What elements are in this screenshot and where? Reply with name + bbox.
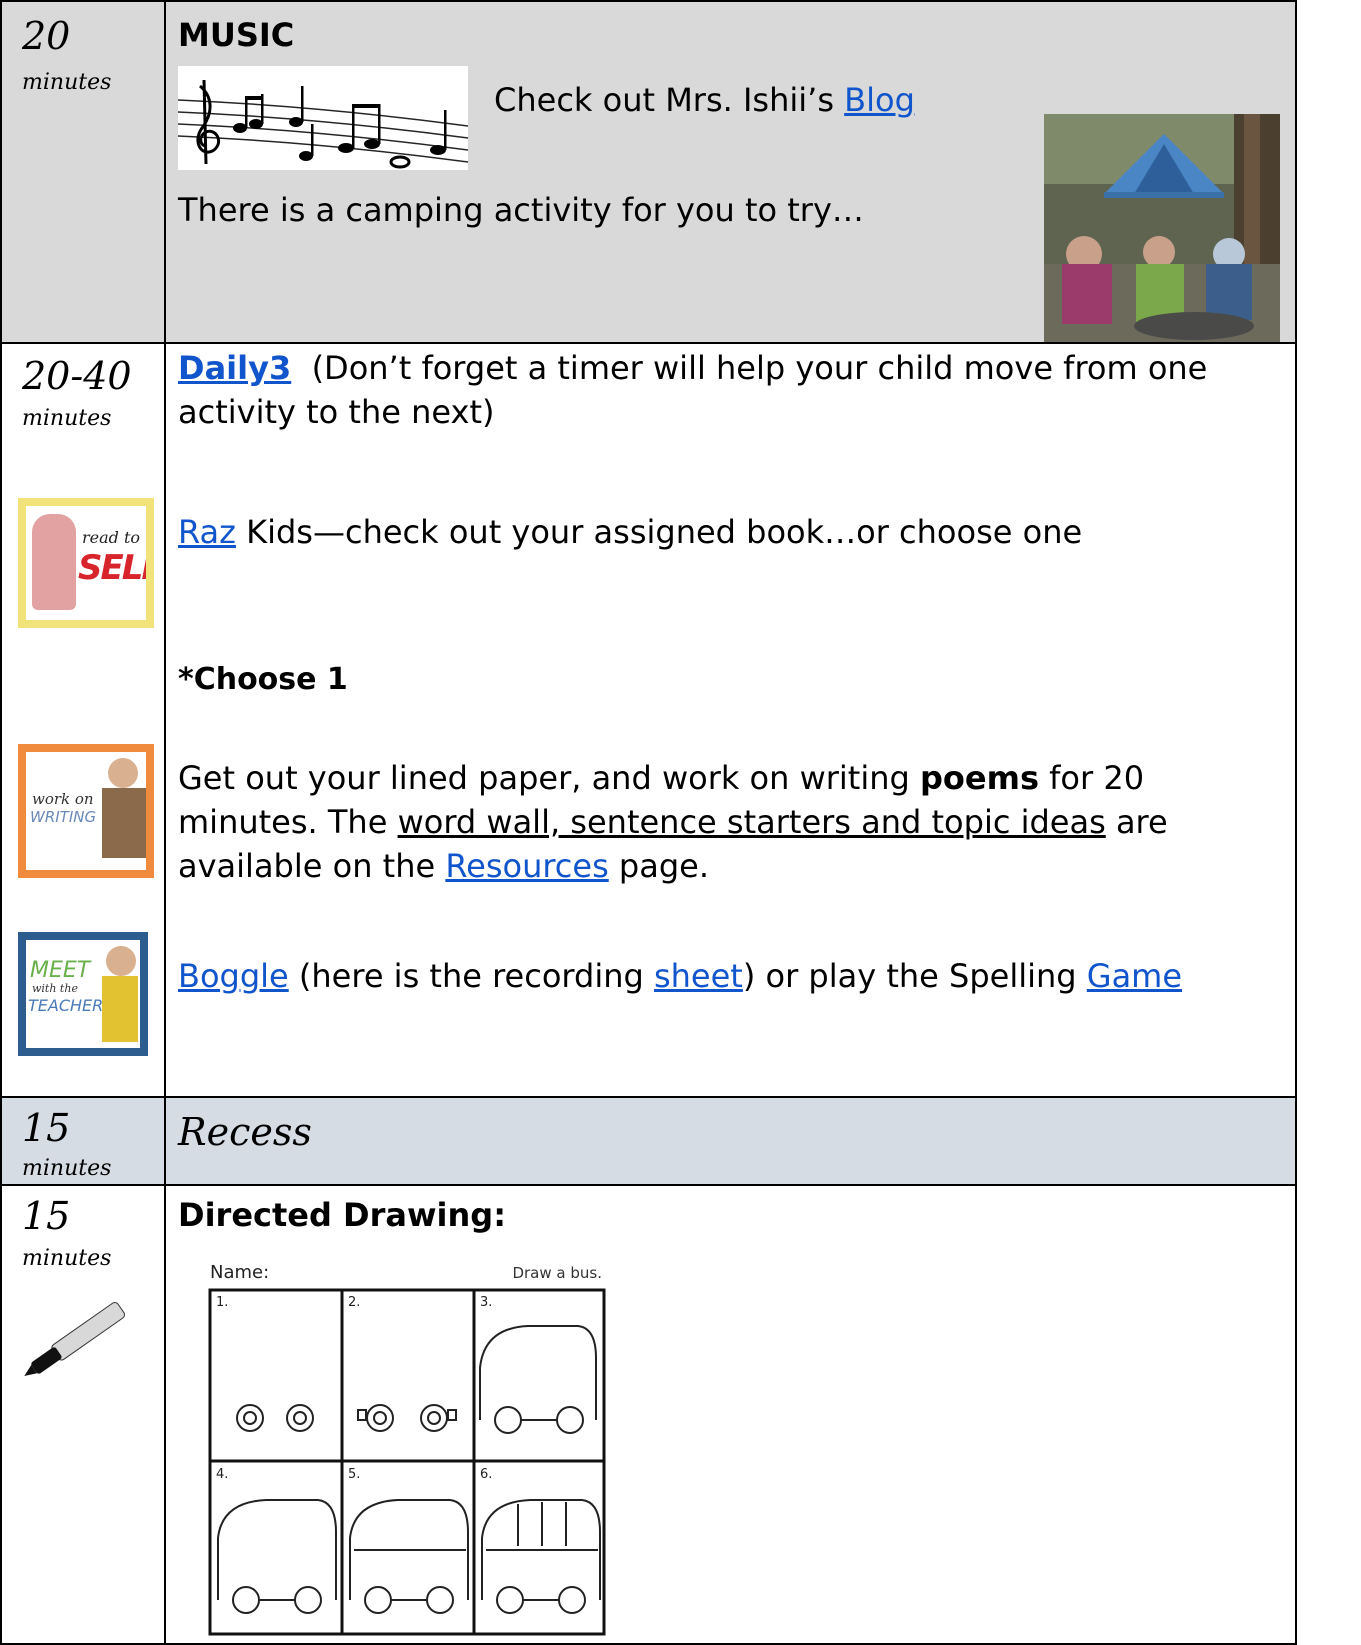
raz-text: Kids—check out your assigned book…or cho… — [235, 513, 1083, 551]
boggle-text: (here is the recording — [288, 957, 654, 995]
work-on-writing-label-1: work on — [32, 790, 94, 808]
schedule-table: 20 minutes MUSIC Check out Mrs. Ishii’s … — [0, 0, 1361, 1645]
work-on-writing-label-2: WRITING — [30, 808, 97, 826]
time-cell-recess: 15 minutes — [0, 1096, 166, 1186]
read-to-self-icon: read to SELF — [18, 498, 154, 628]
time-value: 15 — [22, 1106, 71, 1150]
meet-teacher-label-3: TEACHER — [28, 996, 104, 1015]
drawing-cell: Directed Drawing: Name: Draw a bus. 1. 2… — [164, 1184, 1297, 1645]
marker-icon — [20, 1292, 140, 1382]
meet-teacher-label-2: with the — [32, 982, 78, 995]
sheet-link[interactable]: sheet — [654, 957, 743, 995]
step-label: 2. — [348, 1295, 360, 1310]
time-unit: minutes — [22, 1246, 112, 1271]
meet-with-teacher-icon: MEET with the TEACHER — [18, 932, 148, 1056]
step-label: 4. — [216, 1467, 228, 1482]
camping-photo — [1044, 114, 1280, 344]
music-notes-image — [177, 66, 469, 170]
game-link[interactable]: Game — [1087, 957, 1182, 995]
camping-text: There is a camping activity for you to t… — [178, 191, 864, 229]
time-value: 20 — [22, 14, 71, 58]
time-value: 15 — [22, 1194, 71, 1238]
music-cell: MUSIC Check out Mrs. Ishii’s Blog There … — [164, 0, 1297, 344]
read-to-self-label-2: SELF — [78, 548, 146, 588]
writing-text: Get out your lined paper, and work on wr… — [178, 759, 920, 797]
boggle-line: Boggle (here is the recording sheet) or … — [178, 954, 1182, 998]
resources-link[interactable]: Resources — [445, 847, 608, 885]
daily3-title-line: Daily3 (Don’t forget a timer will help y… — [178, 346, 1278, 434]
work-on-writing-icon: work on WRITING — [18, 744, 154, 878]
time-cell-drawing: 15 minutes — [0, 1184, 166, 1645]
boggle-link[interactable]: Boggle — [178, 957, 289, 995]
step-label: 3. — [480, 1295, 492, 1310]
read-to-self-label-1: read to — [82, 528, 141, 547]
step-label: 1. — [216, 1295, 228, 1310]
raz-link[interactable]: Raz — [178, 513, 236, 551]
treble-clef-icon — [196, 79, 220, 165]
writing-text: page. — [608, 847, 710, 885]
time-unit: minutes — [22, 70, 112, 95]
writing-paragraph: Get out your lined paper, and work on wr… — [178, 756, 1268, 888]
time-value: 20-40 — [22, 354, 132, 398]
blog-link[interactable]: Blog — [844, 81, 915, 119]
time-cell-daily3: 20-40 minutes read to SELF work on WRITI… — [0, 342, 166, 1098]
worksheet-name-label: Name: — [210, 1262, 270, 1283]
music-heading: MUSIC — [178, 16, 295, 54]
poems-keyword: poems — [920, 759, 1039, 797]
check-out-line: Check out Mrs. Ishii’s Blog — [494, 78, 915, 122]
step-label: 6. — [480, 1467, 492, 1482]
time-unit: minutes — [22, 406, 112, 431]
word-wall-text: word wall, sentence starters and topic i… — [397, 803, 1106, 841]
daily3-note: (Don’t forget a timer will help your chi… — [178, 349, 1208, 431]
time-unit: minutes — [22, 1156, 112, 1181]
step-label: 5. — [348, 1467, 360, 1482]
daily3-link[interactable]: Daily3 — [178, 349, 291, 387]
worksheet-title: Draw a bus. — [512, 1264, 602, 1282]
recess-cell: Recess — [164, 1096, 1297, 1186]
boggle-text: ) or play the Spelling — [742, 957, 1087, 995]
choose-one-label: *Choose 1 — [178, 662, 348, 697]
draw-a-bus-worksheet: Name: Draw a bus. 1. 2. 3. 4. 5. 6. — [208, 1260, 608, 1640]
raz-line: Raz Kids—check out your assigned book…or… — [178, 510, 1082, 554]
recess-label: Recess — [178, 1110, 312, 1154]
check-out-text: Check out Mrs. Ishii’s — [494, 81, 845, 119]
directed-drawing-heading: Directed Drawing: — [178, 1196, 506, 1234]
worksheet-grid: 1. 2. 3. 4. 5. 6. — [208, 1288, 606, 1636]
daily3-cell: Daily3 (Don’t forget a timer will help y… — [164, 342, 1297, 1098]
time-cell-music: 20 minutes — [0, 0, 166, 344]
meet-teacher-label-1: MEET — [30, 958, 91, 983]
